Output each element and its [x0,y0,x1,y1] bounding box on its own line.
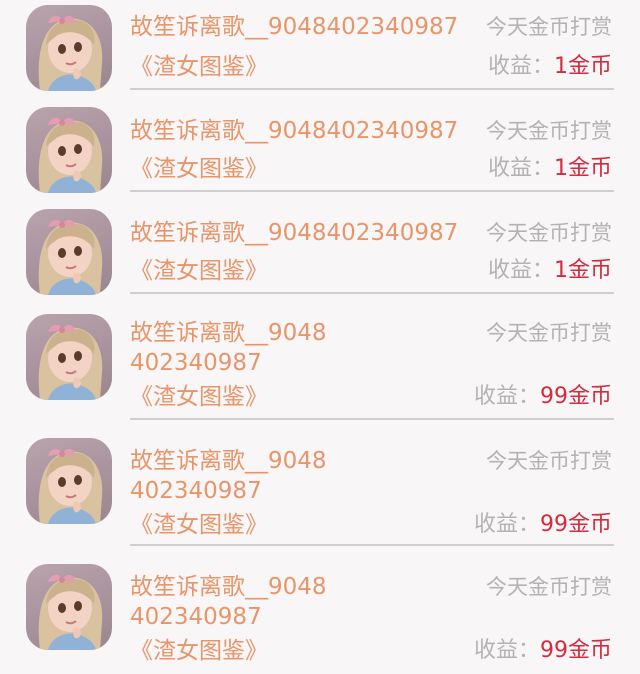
income: 收益：99金币 [474,636,612,666]
income-value: 1金币 [554,156,612,181]
user-avatar-icon[interactable] [26,438,112,524]
reward-status: 今天金币打赏 [486,575,612,599]
income-label: 收益： [473,512,540,537]
divider [130,544,614,546]
reward-status: 今天金币打赏 [486,449,612,473]
income-value: 99金币 [540,512,612,537]
user-name: 故笙诉离歌__9048402340987 [130,574,327,630]
list-item[interactable]: 故笙诉离歌__9048402340987 今天金币打赏 《渣女图鉴》 收益：1金… [0,0,640,102]
book-title[interactable]: 《渣女图鉴》 [130,154,268,184]
reward-status: 今天金币打赏 [486,221,612,245]
income-value: 1金币 [554,258,612,283]
user-name: 故笙诉离歌__9048402340987 [130,448,327,504]
user-avatar-icon[interactable] [26,564,112,650]
income-label: 收益： [487,54,554,79]
user-name: 故笙诉离歌__9048402340987 [130,220,459,246]
book-title[interactable]: 《渣女图鉴》 [130,256,268,286]
income-label: 收益： [473,638,540,663]
user-avatar-icon[interactable] [26,314,112,400]
reward-status: 今天金币打赏 [486,119,612,143]
reward-status: 今天金币打赏 [486,321,612,345]
reward-status: 今天金币打赏 [486,15,612,39]
income: 收益：1金币 [488,154,612,184]
income-label: 收益： [473,384,540,409]
divider [130,292,614,294]
income: 收益：1金币 [488,52,612,82]
list-item[interactable]: 故笙诉离歌__9048402340987 今天金币打赏 《渣女图鉴》 收益：99… [0,304,640,428]
divider [130,88,614,90]
user-name: 故笙诉离歌__9048402340987 [130,14,459,40]
list-item[interactable]: 故笙诉离歌__9048402340987 今天金币打赏 《渣女图鉴》 收益：99… [0,428,640,552]
income-label: 收益： [487,156,554,181]
income-label: 收益： [487,258,554,283]
divider [130,418,614,420]
user-avatar-icon[interactable] [26,107,112,193]
list-item[interactable]: 故笙诉离歌__9048402340987 今天金币打赏 《渣女图鉴》 收益：1金… [0,204,640,304]
book-title[interactable]: 《渣女图鉴》 [130,382,268,412]
user-name: 故笙诉离歌__9048402340987 [130,118,459,144]
divider [130,190,614,192]
income-value: 99金币 [540,384,612,409]
user-name: 故笙诉离歌__9048402340987 [130,320,327,376]
income: 收益：99金币 [474,382,612,412]
book-title[interactable]: 《渣女图鉴》 [130,636,268,666]
user-avatar-icon[interactable] [26,209,112,295]
user-avatar-icon[interactable] [26,5,112,91]
income-value: 99金币 [540,638,612,663]
reward-list: 故笙诉离歌__9048402340987 今天金币打赏 《渣女图鉴》 收益：1金… [0,0,640,674]
income-value: 1金币 [554,54,612,79]
book-title[interactable]: 《渣女图鉴》 [130,52,268,82]
list-item[interactable]: 故笙诉离歌__9048402340987 今天金币打赏 《渣女图鉴》 收益：1金… [0,102,640,204]
list-item[interactable]: 故笙诉离歌__9048402340987 今天金币打赏 《渣女图鉴》 收益：99… [0,556,640,674]
income: 收益：1金币 [488,256,612,286]
book-title[interactable]: 《渣女图鉴》 [130,510,268,540]
income: 收益：99金币 [474,510,612,540]
